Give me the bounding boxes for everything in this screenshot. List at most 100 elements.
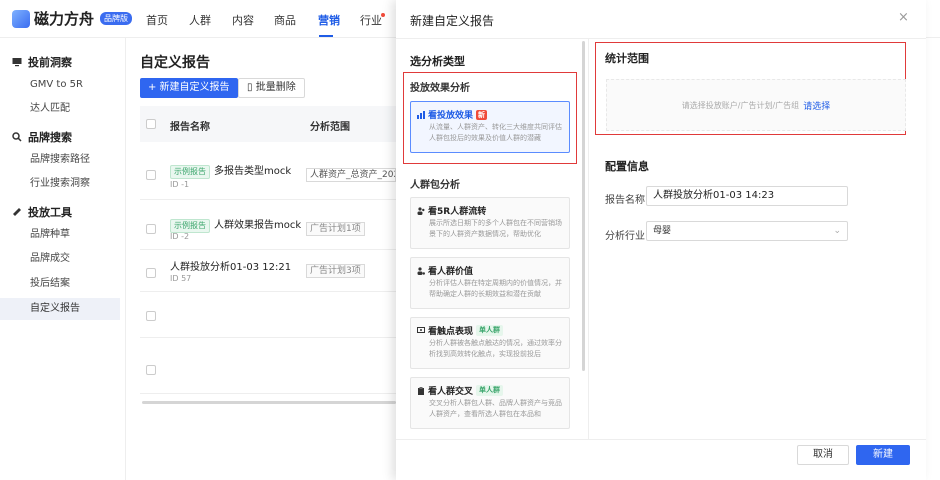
select-all-checkbox[interactable] (146, 119, 156, 129)
sidebar-item-brand-seeding[interactable]: 品牌种草 (0, 224, 120, 246)
sidebar-group-label: 品牌搜索 (28, 131, 72, 144)
card-title-text: 看人群交叉 (428, 387, 474, 397)
new-report-drawer: 新建自定义报告 × 选分析类型 投放效果分析 看投放效果 新 从流量、人群资产、… (396, 0, 926, 480)
touchpoint-icon (417, 326, 425, 335)
brand-logo[interactable]: 磁力方舟 品牌版 (12, 8, 133, 29)
card-title-text: 看触点表现 (428, 327, 474, 337)
trash-icon: ▯ (247, 82, 253, 93)
single-audience-badge: 单人群 (476, 325, 504, 336)
analysis-card-5r-flow[interactable]: 看5R人群流转 展示所选日期下的多个人群包在不同营销场景下的人群资产数据情况，帮… (410, 197, 570, 249)
config-section-title: 配置信息 (605, 160, 649, 173)
main-content: 自定义报告 + 新建自定义报告 ▯ 批量删除 报告名称 分析范围 示例报告 多报告… (126, 38, 396, 480)
card-title-text: 看5R人群流转 (428, 207, 487, 217)
create-button[interactable]: 新建 (856, 445, 910, 465)
batch-delete-button[interactable]: ▯ 批量删除 (238, 78, 305, 98)
analysis-type-title: 选分析类型 (410, 55, 465, 68)
sidebar-item-talent-match[interactable]: 达人匹配 (0, 98, 120, 120)
drawer-title: 新建自定义报告 (410, 14, 495, 28)
chevron-down-icon: ⌄ (833, 226, 841, 236)
table-row[interactable]: 示例报告 多报告类型mock ID -1 人群资产_总资产_2023 (140, 148, 396, 200)
report-name-input[interactable]: 人群投放分析01-03 14:23 (646, 186, 848, 206)
new-report-button[interactable]: + 新建自定义报告 (140, 78, 238, 98)
nav-active-indicator (319, 35, 333, 37)
report-name-text: 人群效果报告mock (214, 220, 302, 231)
scope-value: 广告计划1项 (306, 222, 365, 236)
batch-delete-label: 批量删除 (255, 82, 296, 93)
card-title: 看5R人群流转 (417, 204, 486, 217)
sample-report-tag: 示例报告 (170, 219, 210, 233)
wrench-icon (12, 207, 22, 217)
scope-placeholder: 请选择投放账户/广告计划/广告组 (681, 100, 800, 110)
report-name-text: 多报告类型mock (214, 166, 292, 177)
sidebar-group-brand-search[interactable]: 品牌搜索 (12, 129, 72, 145)
table-row[interactable]: 示例报告 人群效果报告mock ID -2 广告计划1项 (140, 210, 396, 250)
single-audience-badge: 单人群 (476, 385, 504, 396)
analysis-card-audience-value[interactable]: 看人群价值 分析评估人群在特定周期内的价值情况，并帮助确定人群的长期效益和潜在贡… (410, 257, 570, 309)
card-description: 分析评估人群在特定周期内的价值情况，并帮助确定人群的长期效益和潜在贡献 (429, 279, 562, 298)
nav-item-home[interactable]: 首页 (146, 12, 168, 28)
report-id: ID 57 (170, 274, 192, 283)
sidebar-item-gmv-5r[interactable]: GMV to 5R (0, 74, 120, 96)
card-title: 看人群价值 (417, 264, 473, 277)
scope-section-title: 统计范围 (605, 52, 649, 65)
app-root: 磁力方舟 品牌版 首页 人群 内容 商品 营销 行业 投前洞察 GMV to 5… (0, 0, 940, 480)
table-header: 报告名称 分析范围 (140, 106, 396, 142)
scope-value: 人群资产_总资产_2023 (306, 168, 396, 182)
row-checkbox[interactable] (146, 365, 156, 375)
table-horizontal-scrollbar[interactable] (142, 401, 396, 404)
table-row[interactable]: 人群投放分析01-03 12:21 ID 57 广告计划3项 (140, 252, 396, 292)
table-row-empty (140, 294, 396, 338)
nav-item-industry[interactable]: 行业 (360, 12, 382, 28)
industry-select[interactable]: 母婴 ⌄ (646, 221, 848, 241)
sidebar-item-post-campaign[interactable]: 投后结案 (0, 273, 120, 295)
nav-item-content[interactable]: 内容 (232, 12, 254, 28)
nav-item-marketing[interactable]: 营销 (318, 12, 340, 28)
industry-label: 分析行业 (605, 231, 645, 242)
sidebar-group-tools[interactable]: 投放工具 (12, 204, 72, 220)
sidebar-item-custom-report[interactable]: 自定义报告 (0, 298, 120, 320)
scope-selector[interactable]: 请选择投放账户/广告计划/广告组 请选择 (606, 79, 906, 131)
report-name-text[interactable]: 人群投放分析01-03 12:21 (170, 258, 291, 273)
report-id: ID -2 (170, 232, 190, 241)
sidebar: 投前洞察 GMV to 5R 达人匹配 品牌搜索 品牌搜索路径 行业搜索洞察 投… (0, 38, 126, 480)
brand-name: 磁力方舟 (34, 10, 95, 28)
row-checkbox[interactable] (146, 311, 156, 321)
row-checkbox[interactable] (146, 170, 156, 180)
section-title-audience-pack: 人群包分析 (410, 180, 460, 191)
drawer-footer: 取消 新建 (396, 439, 926, 480)
sidebar-group-pre-insight[interactable]: 投前洞察 (12, 54, 72, 70)
clipboard-icon (417, 386, 425, 395)
report-name[interactable]: 示例报告 人群效果报告mock (170, 216, 301, 233)
notification-dot (381, 13, 385, 17)
highlight-box-delivery (403, 72, 577, 164)
analysis-card-touchpoint[interactable]: 看触点表现 单人群 分析人群被各触点触达的情况，通过效率分析找到高效转化触点，实… (410, 317, 570, 369)
card-description: 展示所选日期下的多个人群包在不同营销场景下的人群资产数据情况，帮助优化 (429, 219, 562, 238)
card-title: 看人群交叉 单人群 (417, 384, 504, 397)
close-icon[interactable]: × (898, 10, 909, 25)
sidebar-item-brand-search-path[interactable]: 品牌搜索路径 (0, 149, 120, 171)
monitor-icon (12, 57, 22, 67)
analysis-card-audience-cross[interactable]: 看人群交叉 单人群 交叉分析人群包人群、品牌人群资产与竞品人群资产，查看所选人群… (410, 377, 570, 429)
sidebar-item-industry-search[interactable]: 行业搜索洞察 (0, 173, 120, 195)
sidebar-item-brand-deal[interactable]: 品牌成交 (0, 248, 120, 270)
search-icon (12, 132, 22, 142)
nav-item-audience[interactable]: 人群 (189, 12, 211, 28)
cancel-button[interactable]: 取消 (797, 445, 849, 465)
drawer-column-divider (588, 39, 589, 439)
report-name-label: 报告名称 (605, 195, 645, 206)
brand-badge: 品牌版 (100, 12, 133, 25)
analysis-type-scrollbar[interactable] (582, 41, 585, 371)
people-icon (417, 206, 425, 215)
row-checkbox[interactable] (146, 268, 156, 278)
sidebar-group-label: 投前洞察 (28, 56, 72, 69)
column-header-scope: 分析范围 (310, 122, 350, 133)
card-title-text: 看人群价值 (428, 267, 474, 277)
column-header-name: 报告名称 (170, 122, 210, 133)
person-value-icon (417, 266, 425, 275)
report-id: ID -1 (170, 180, 190, 189)
report-name[interactable]: 示例报告 多报告类型mock (170, 162, 291, 179)
sidebar-group-label: 投放工具 (28, 206, 72, 219)
nav-item-product[interactable]: 商品 (274, 12, 296, 28)
row-checkbox[interactable] (146, 224, 156, 234)
scope-select-link[interactable]: 请选择 (803, 99, 830, 112)
